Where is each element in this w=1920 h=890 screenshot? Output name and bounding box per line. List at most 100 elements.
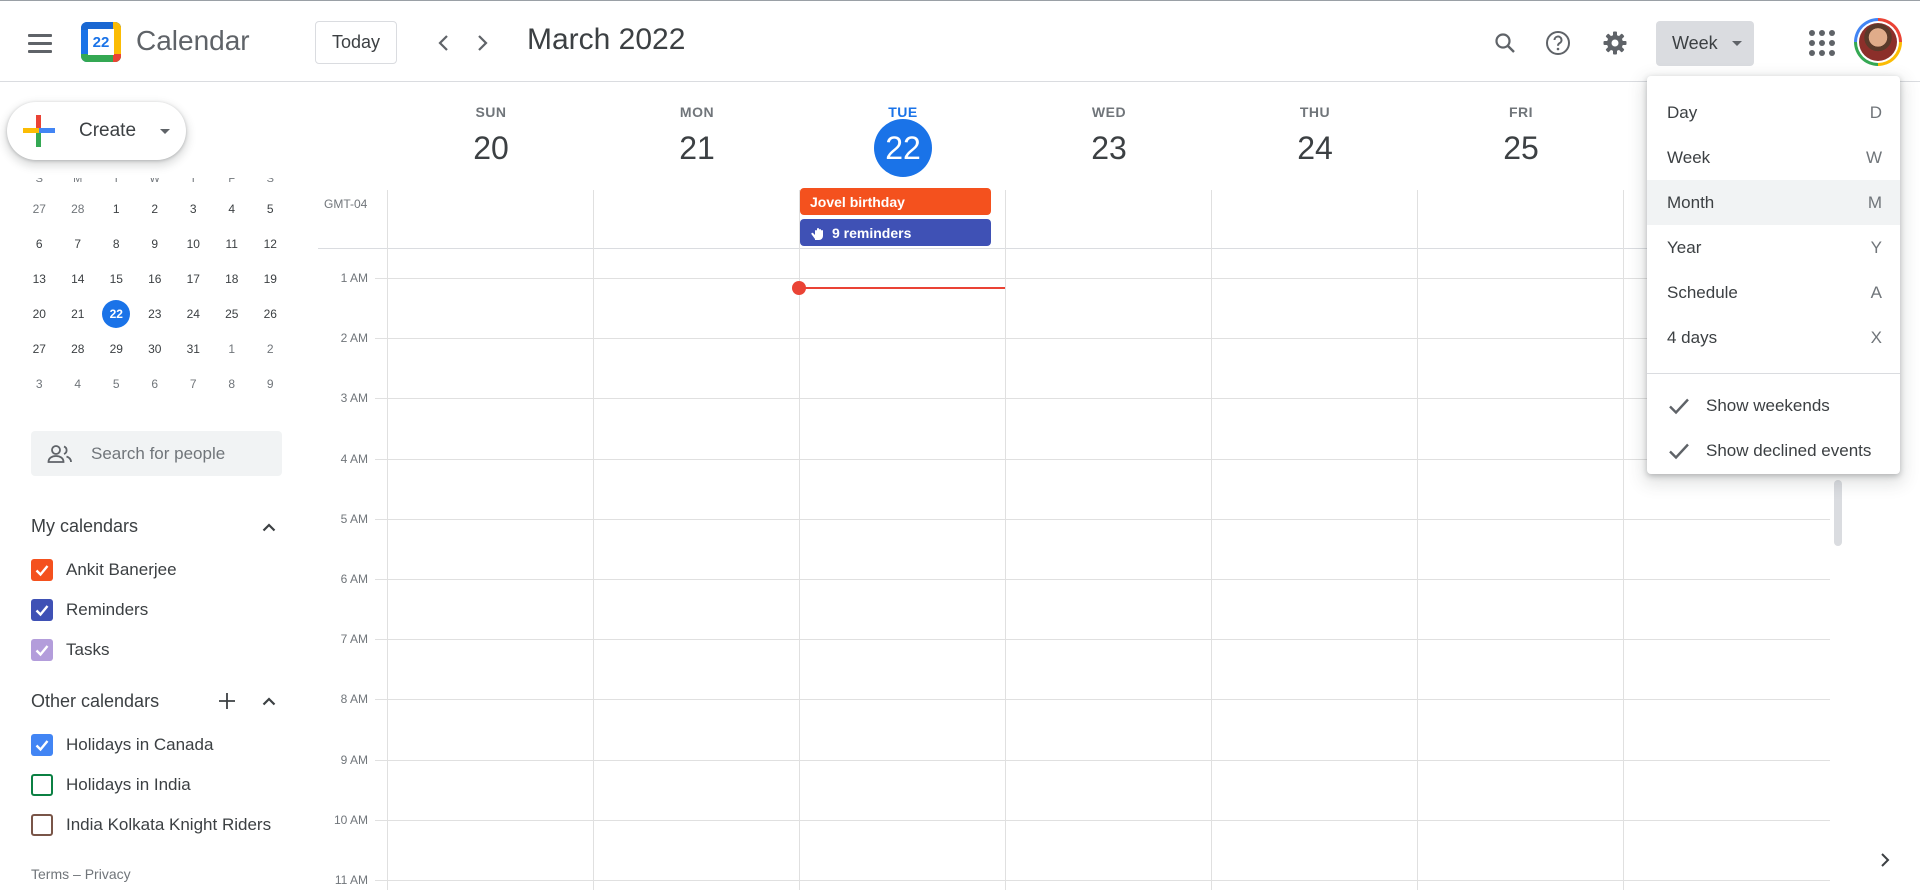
event-chip[interactable]: Jovel birthday <box>800 188 991 215</box>
add-calendar-plus-icon[interactable] <box>212 686 242 716</box>
mini-calendar-day[interactable]: 29 <box>97 331 136 366</box>
mini-calendar-day[interactable]: 31 <box>174 331 213 366</box>
day-header[interactable]: TUE 22 <box>800 104 1006 184</box>
mini-calendar-day[interactable]: 4 <box>59 366 98 401</box>
mini-calendar-day[interactable]: 28 <box>59 331 98 366</box>
next-week-icon[interactable] <box>463 23 503 63</box>
previous-week-icon[interactable] <box>423 23 463 63</box>
mini-calendar-day[interactable]: 14 <box>59 261 98 296</box>
mini-calendar-day[interactable]: 20 <box>20 296 59 331</box>
main-menu-icon[interactable] <box>20 23 60 63</box>
mini-calendar-day[interactable]: 1 <box>213 331 252 366</box>
today-button[interactable]: Today <box>315 21 397 64</box>
mini-calendar-day[interactable]: 9 <box>136 226 175 261</box>
mini-calendar-day-number: 21 <box>71 306 85 321</box>
mini-calendar-day[interactable]: 6 <box>136 366 175 401</box>
day-header[interactable]: WED 23 <box>1006 104 1212 184</box>
checkbox-checked-icon[interactable] <box>31 599 53 621</box>
view-option-schedule[interactable]: Schedule A <box>1647 270 1900 315</box>
mini-calendar-day[interactable]: 27 <box>20 331 59 366</box>
mini-calendar-day[interactable]: 3 <box>174 191 213 226</box>
settings-gear-icon[interactable] <box>1593 21 1637 65</box>
mini-calendar-day[interactable]: 7 <box>174 366 213 401</box>
mini-calendar-day[interactable]: 16 <box>136 261 175 296</box>
day-column-divider <box>1417 190 1418 890</box>
checkbox-checked-icon[interactable] <box>31 734 53 756</box>
grid-scrollbar[interactable] <box>1834 480 1842 546</box>
view-switcher-button[interactable]: Week <box>1656 21 1754 66</box>
mini-calendar-day[interactable]: 26 <box>251 296 290 331</box>
mini-calendar-day[interactable]: 4 <box>213 191 252 226</box>
mini-calendar-day[interactable]: 6 <box>20 226 59 261</box>
calendar-item[interactable]: Tasks <box>31 635 109 665</box>
mini-calendar-day[interactable]: 2 <box>251 331 290 366</box>
view-option-week[interactable]: Week W <box>1647 135 1900 180</box>
checkbox-checked-icon[interactable] <box>31 559 53 581</box>
view-option-day[interactable]: Day D <box>1647 90 1900 135</box>
mini-calendar-day[interactable]: 22 <box>97 296 136 331</box>
mini-calendar-day[interactable]: 8 <box>97 226 136 261</box>
calendar-item[interactable]: Reminders <box>31 595 148 625</box>
calendar-item[interactable]: Holidays in Canada <box>31 730 213 760</box>
mini-calendar-day[interactable]: 8 <box>213 366 252 401</box>
privacy-link[interactable]: Privacy <box>85 866 131 882</box>
mini-calendar-day[interactable]: 3 <box>20 366 59 401</box>
search-people-input[interactable]: Search for people <box>31 431 282 476</box>
my-calendars-title[interactable]: My calendars <box>31 516 138 537</box>
reminders-chip[interactable]: 9 reminders <box>800 219 991 246</box>
day-number[interactable]: 23 <box>1006 128 1212 184</box>
mini-calendar-day[interactable]: 15 <box>97 261 136 296</box>
mini-calendar-day[interactable]: 25 <box>213 296 252 331</box>
mini-calendar-day[interactable]: 13 <box>20 261 59 296</box>
collapse-chevron-up-icon[interactable] <box>254 686 284 716</box>
mini-calendar-day[interactable]: 21 <box>59 296 98 331</box>
mini-calendar-day[interactable]: 9 <box>251 366 290 401</box>
day-header[interactable]: THU 24 <box>1212 104 1418 184</box>
mini-calendar-day[interactable]: 17 <box>174 261 213 296</box>
create-button[interactable]: Create <box>7 102 186 160</box>
terms-link[interactable]: Terms <box>31 866 69 882</box>
day-header[interactable]: MON 21 <box>594 104 800 184</box>
calendar-item[interactable]: Holidays in India <box>31 770 191 800</box>
mini-calendar-day[interactable]: 19 <box>251 261 290 296</box>
google-apps-icon[interactable] <box>1800 21 1844 65</box>
checkbox-unchecked-icon[interactable] <box>31 814 53 836</box>
expand-side-panel-chevron-icon[interactable] <box>1870 845 1900 875</box>
view-option-year[interactable]: Year Y <box>1647 225 1900 270</box>
menu-toggle-option[interactable]: Show weekends <box>1647 383 1900 428</box>
mini-calendar-day[interactable]: 18 <box>213 261 252 296</box>
checkbox-unchecked-icon[interactable] <box>31 774 53 796</box>
day-header[interactable]: FRI 25 <box>1418 104 1624 184</box>
mini-calendar-day[interactable]: 23 <box>136 296 175 331</box>
mini-calendar-day[interactable]: 7 <box>59 226 98 261</box>
calendar-item[interactable]: India Kolkata Knight Riders <box>31 810 271 840</box>
help-icon[interactable] <box>1536 21 1580 65</box>
day-number[interactable]: 24 <box>1212 128 1418 184</box>
menu-toggle-option[interactable]: Show declined events <box>1647 428 1900 473</box>
view-option-4-days[interactable]: 4 days X <box>1647 315 1900 360</box>
day-number[interactable]: 21 <box>594 128 800 184</box>
mini-calendar-day[interactable]: 2 <box>136 191 175 226</box>
mini-calendar-day[interactable]: 5 <box>97 366 136 401</box>
mini-calendar-day[interactable]: 11 <box>213 226 252 261</box>
calendar-item[interactable]: Ankit Banerjee <box>31 555 177 585</box>
mini-calendar-day[interactable]: 28 <box>59 191 98 226</box>
day-number[interactable]: 22 <box>800 119 1006 184</box>
mini-calendar-day[interactable]: 1 <box>97 191 136 226</box>
mini-calendar-day[interactable]: 27 <box>20 191 59 226</box>
account-avatar[interactable] <box>1854 18 1902 66</box>
mini-calendar-day[interactable]: 30 <box>136 331 175 366</box>
day-header[interactable]: SUN 20 <box>388 104 594 184</box>
day-number[interactable]: 20 <box>388 128 594 184</box>
mini-calendar-day[interactable]: 24 <box>174 296 213 331</box>
checkbox-checked-icon[interactable] <box>31 639 53 661</box>
day-number[interactable]: 25 <box>1418 128 1624 184</box>
mini-calendar-day[interactable]: 12 <box>251 226 290 261</box>
mini-weekday-letter: S <box>35 178 43 185</box>
view-option-label: Year <box>1667 237 1702 257</box>
collapse-chevron-up-icon[interactable] <box>254 512 284 542</box>
search-icon[interactable] <box>1483 21 1527 65</box>
mini-calendar-day[interactable]: 5 <box>251 191 290 226</box>
view-option-month[interactable]: Month M <box>1647 180 1900 225</box>
mini-calendar-day[interactable]: 10 <box>174 226 213 261</box>
